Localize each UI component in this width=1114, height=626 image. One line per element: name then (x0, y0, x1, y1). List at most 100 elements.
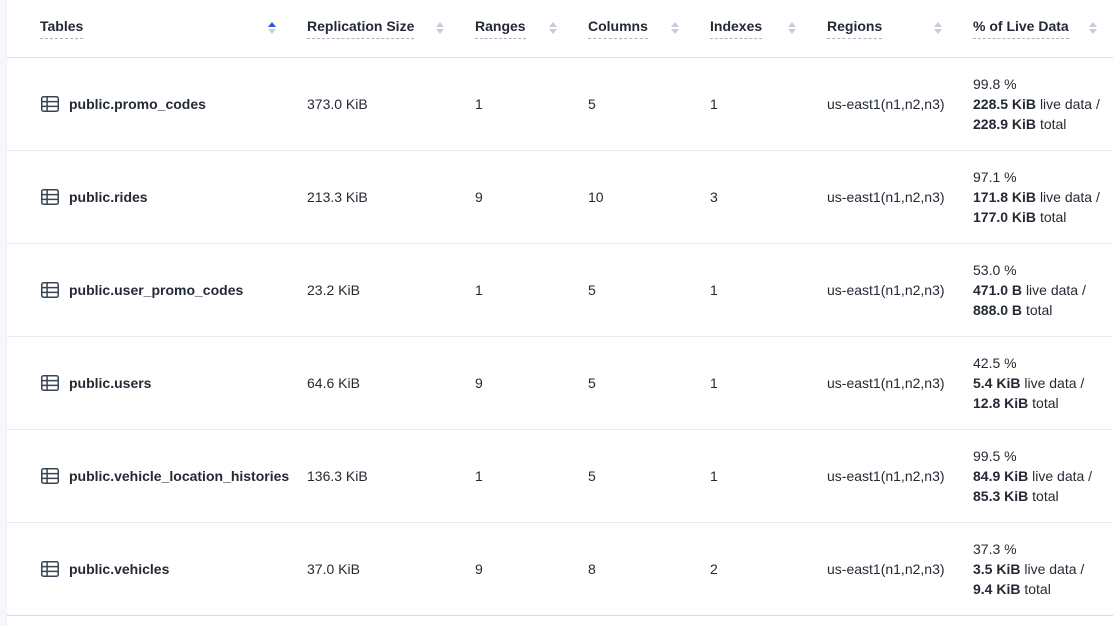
table-grid-icon (40, 280, 60, 300)
sort-carets-icon (671, 22, 679, 34)
column-header-tables[interactable]: Tables (7, 0, 292, 57)
columns-cell: 10 (573, 150, 695, 243)
table-row[interactable]: public.users 64.6 KiB 9 5 1 us-east1(n1,… (7, 336, 1113, 429)
columns-cell: 5 (573, 336, 695, 429)
total-data-amount: 888.0 B total (973, 300, 1107, 320)
tables-table: Tables Replication Size Ranges (7, 0, 1113, 616)
column-header-columns[interactable]: Columns (573, 0, 695, 57)
column-header-ranges[interactable]: Ranges (460, 0, 573, 57)
regions-cell: us-east1(n1,n2,n3) (812, 57, 958, 150)
indexes-cell: 1 (695, 336, 812, 429)
column-label: Tables (40, 18, 83, 39)
column-header-indexes[interactable]: Indexes (695, 0, 812, 57)
tables-page: Tables Replication Size Ranges (0, 0, 1114, 626)
indexes-cell: 3 (695, 150, 812, 243)
table-grid-icon (40, 466, 60, 486)
live-data-amount: 5.4 KiB live data / (973, 373, 1107, 393)
ranges-cell: 9 (460, 336, 573, 429)
regions-cell: us-east1(n1,n2,n3) (812, 243, 958, 336)
column-label: Columns (588, 18, 648, 39)
column-label: Indexes (710, 18, 762, 39)
table-body: public.promo_codes 373.0 KiB 1 5 1 us-ea… (7, 57, 1113, 615)
column-header-live-data[interactable]: % of Live Data (958, 0, 1113, 57)
live-data-percent: 97.1 % (973, 167, 1107, 187)
indexes-cell: 1 (695, 243, 812, 336)
live-data-amount: 3.5 KiB live data / (973, 559, 1107, 579)
table-name: public.vehicle_location_histories (69, 468, 289, 484)
table-name-link[interactable]: public.vehicles (40, 559, 292, 579)
live-data-cell: 37.3 % 3.5 KiB live data / 9.4 KiB total (958, 522, 1113, 615)
total-data-amount: 12.8 KiB total (973, 393, 1107, 413)
table-name: public.users (69, 375, 151, 391)
table-name: public.vehicles (69, 561, 169, 577)
table-name: public.rides (69, 189, 148, 205)
columns-cell: 5 (573, 243, 695, 336)
table-row[interactable]: public.promo_codes 373.0 KiB 1 5 1 us-ea… (7, 57, 1113, 150)
table-name-cell: public.vehicles (7, 522, 292, 615)
table-name: public.user_promo_codes (69, 282, 243, 298)
ranges-cell: 9 (460, 522, 573, 615)
replication-size-cell: 23.2 KiB (292, 243, 460, 336)
table-name-link[interactable]: public.promo_codes (40, 94, 292, 114)
table-name: public.promo_codes (69, 96, 206, 112)
tables-list-panel: Tables Replication Size Ranges (7, 0, 1114, 626)
table-name-link[interactable]: public.users (40, 373, 292, 393)
live-data-cell: 42.5 % 5.4 KiB live data / 12.8 KiB tota… (958, 336, 1113, 429)
column-header-replication-size[interactable]: Replication Size (292, 0, 460, 57)
indexes-cell: 1 (695, 429, 812, 522)
total-data-amount: 85.3 KiB total (973, 486, 1107, 506)
ranges-cell: 9 (460, 150, 573, 243)
total-data-amount: 177.0 KiB total (973, 207, 1107, 227)
live-data-percent: 53.0 % (973, 260, 1107, 280)
table-name-link[interactable]: public.user_promo_codes (40, 280, 292, 300)
replication-size-cell: 37.0 KiB (292, 522, 460, 615)
table-row[interactable]: public.user_promo_codes 23.2 KiB 1 5 1 u… (7, 243, 1113, 336)
table-header: Tables Replication Size Ranges (7, 0, 1113, 57)
table-name-cell: public.rides (7, 150, 292, 243)
table-grid-icon (40, 187, 60, 207)
live-data-cell: 99.8 % 228.5 KiB live data / 228.9 KiB t… (958, 57, 1113, 150)
columns-cell: 5 (573, 429, 695, 522)
live-data-cell: 99.5 % 84.9 KiB live data / 85.3 KiB tot… (958, 429, 1113, 522)
table-name-link[interactable]: public.vehicle_location_histories (40, 466, 292, 486)
sort-carets-icon (436, 22, 444, 34)
table-name-link[interactable]: public.rides (40, 187, 292, 207)
live-data-cell: 97.1 % 171.8 KiB live data / 177.0 KiB t… (958, 150, 1113, 243)
regions-cell: us-east1(n1,n2,n3) (812, 150, 958, 243)
ranges-cell: 1 (460, 429, 573, 522)
live-data-cell: 53.0 % 471.0 B live data / 888.0 B total (958, 243, 1113, 336)
column-label: Regions (827, 18, 882, 39)
table-row[interactable]: public.vehicle_location_histories 136.3 … (7, 429, 1113, 522)
regions-cell: us-east1(n1,n2,n3) (812, 336, 958, 429)
live-data-amount: 84.9 KiB live data / (973, 466, 1107, 486)
table-row[interactable]: public.rides 213.3 KiB 9 10 3 us-east1(n… (7, 150, 1113, 243)
column-label: Replication Size (307, 18, 414, 39)
live-data-amount: 471.0 B live data / (973, 280, 1107, 300)
table-name-cell: public.user_promo_codes (7, 243, 292, 336)
live-data-percent: 99.8 % (973, 74, 1107, 94)
replication-size-cell: 213.3 KiB (292, 150, 460, 243)
column-header-regions[interactable]: Regions (812, 0, 958, 57)
total-data-amount: 9.4 KiB total (973, 579, 1107, 599)
sort-carets-icon (1089, 22, 1097, 34)
column-label: % of Live Data (973, 18, 1069, 39)
table-grid-icon (40, 559, 60, 579)
live-data-percent: 99.5 % (973, 446, 1107, 466)
sort-carets-icon (934, 22, 942, 34)
live-data-percent: 37.3 % (973, 539, 1107, 559)
indexes-cell: 1 (695, 57, 812, 150)
sort-carets-icon (549, 22, 557, 34)
columns-cell: 8 (573, 522, 695, 615)
total-data-amount: 228.9 KiB total (973, 114, 1107, 134)
indexes-cell: 2 (695, 522, 812, 615)
regions-cell: us-east1(n1,n2,n3) (812, 522, 958, 615)
replication-size-cell: 64.6 KiB (292, 336, 460, 429)
table-row[interactable]: public.vehicles 37.0 KiB 9 8 2 us-east1(… (7, 522, 1113, 615)
sort-carets-icon (788, 22, 796, 34)
live-data-percent: 42.5 % (973, 353, 1107, 373)
page-left-gutter (0, 0, 7, 626)
replication-size-cell: 373.0 KiB (292, 57, 460, 150)
ranges-cell: 1 (460, 57, 573, 150)
regions-cell: us-east1(n1,n2,n3) (812, 429, 958, 522)
sort-carets-icon (268, 22, 276, 34)
